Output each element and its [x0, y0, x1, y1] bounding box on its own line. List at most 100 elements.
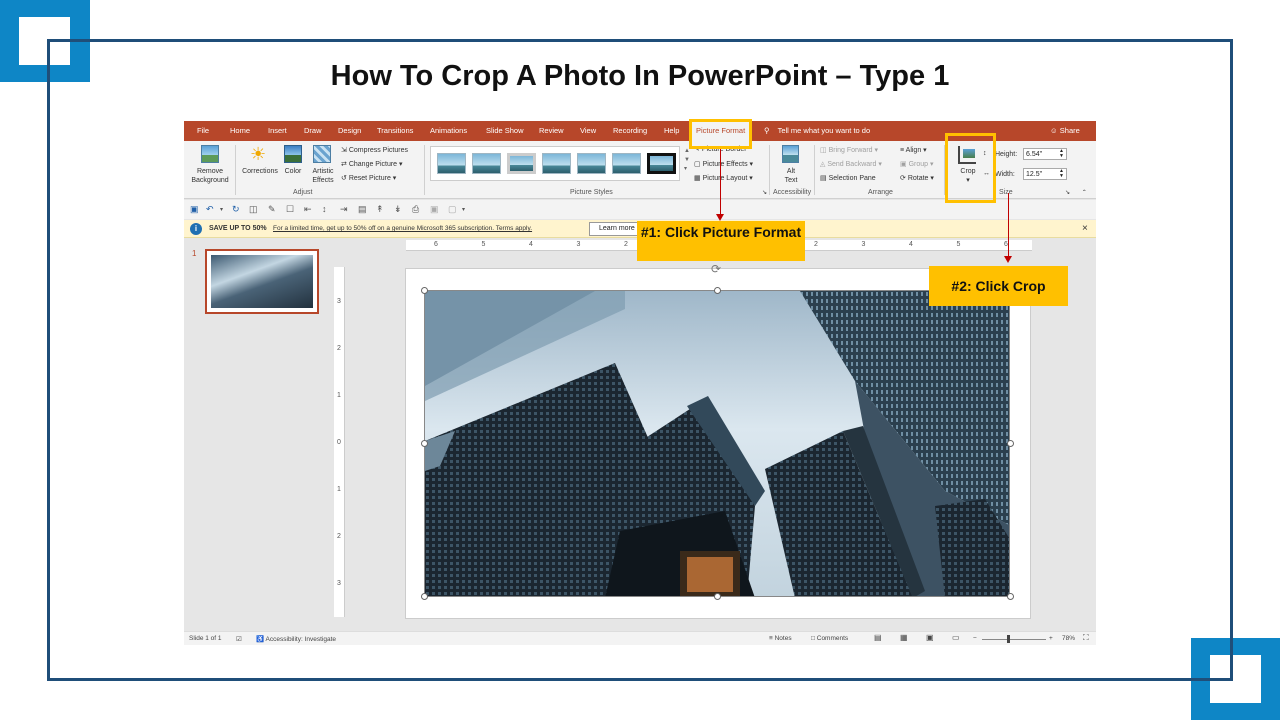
resize-handle-left[interactable] — [421, 440, 428, 447]
undo-dropdown-icon[interactable]: ▾ — [220, 206, 223, 213]
start-from-beginning-icon[interactable]: ◫ — [249, 204, 258, 215]
group-label-size: Size — [999, 189, 1013, 196]
rotate-handle-icon[interactable]: ⟳ — [711, 262, 721, 276]
notes-button[interactable]: ≡ Notes — [769, 635, 792, 642]
fit-to-window-icon[interactable]: ⛶ — [1083, 633, 1089, 643]
rotate-icon: ⟳ — [900, 175, 906, 182]
align-top-icon[interactable]: ↟ — [376, 204, 384, 215]
resize-handle-right[interactable] — [1007, 440, 1014, 447]
compress-pictures-button[interactable]: ⇲ Compress Pictures — [341, 146, 408, 155]
group-objects-icon[interactable]: ▣ — [430, 204, 439, 215]
distribute-icon[interactable]: ▤ — [358, 204, 367, 215]
resize-handle-top[interactable] — [714, 287, 721, 294]
lock-icon[interactable]: ☐ — [286, 204, 294, 215]
align-button[interactable]: ≡ Align ▾ — [900, 146, 927, 155]
print-icon[interactable]: ⎙ — [412, 204, 419, 215]
reset-picture-button[interactable]: ↺ Reset Picture ▾ — [341, 174, 396, 183]
width-spinner-icon[interactable]: ▲ ▼ — [1059, 169, 1064, 179]
resize-handle-bottom[interactable] — [714, 593, 721, 600]
collapse-ribbon-icon[interactable]: ˆ — [1083, 189, 1086, 198]
picture-style-thumb[interactable] — [437, 153, 466, 174]
resize-handle-bottom-left[interactable] — [421, 593, 428, 600]
send-backward-button[interactable]: ◬ Send Backward ▾ — [820, 160, 882, 169]
artistic-effects-button[interactable]: Artistic Effects — [307, 167, 339, 185]
tab-review[interactable]: Review — [539, 121, 564, 141]
share-button[interactable]: ☺ Share — [1050, 121, 1080, 141]
color-icon — [284, 145, 302, 163]
group-label-arrange: Arrange — [868, 189, 893, 196]
picture-styles-gallery[interactable] — [430, 146, 680, 181]
dialog-launcher-icon[interactable]: ↘ — [762, 189, 767, 198]
alt-text-button[interactable]: Alt Text — [778, 167, 804, 185]
slide-sorter-icon[interactable]: ▦ — [900, 633, 908, 642]
zoom-slider[interactable] — [982, 639, 1046, 640]
color-button[interactable]: Color — [281, 167, 305, 176]
width-field[interactable]: 12.5" ▲ ▼ — [1023, 168, 1067, 180]
tab-view[interactable]: View — [580, 121, 596, 141]
rotate-button[interactable]: ⟳ Rotate ▾ — [900, 174, 934, 183]
align-left-icon[interactable]: ⇤ — [304, 204, 312, 215]
picture-effects-button[interactable]: ▢ Picture Effects ▾ — [694, 160, 753, 169]
arrow-line-step2 — [1008, 193, 1009, 256]
ungroup-objects-icon[interactable]: ▢ — [448, 204, 457, 215]
zoom-out-button[interactable]: − — [973, 635, 977, 642]
group-button[interactable]: ▣ Group ▾ — [900, 160, 934, 169]
spellcheck-icon[interactable]: ☑ — [236, 635, 242, 643]
height-spinner-icon[interactable]: ▲ ▼ — [1059, 149, 1064, 159]
undo-icon[interactable]: ↶ — [206, 204, 214, 215]
selection-pane-button[interactable]: ▤ Selection Pane — [820, 174, 876, 183]
tab-draw[interactable]: Draw — [304, 121, 322, 141]
save-icon[interactable]: ▣ — [190, 204, 199, 215]
size-dialog-launcher-icon[interactable]: ↘ — [1065, 189, 1070, 198]
redo-icon[interactable]: ↻ — [232, 204, 240, 215]
tab-slide-show[interactable]: Slide Show — [486, 121, 524, 141]
zoom-in-button[interactable]: + — [1049, 635, 1053, 642]
picture-layout-button[interactable]: ▦ Picture Layout ▾ — [694, 174, 753, 183]
tab-design[interactable]: Design — [338, 121, 361, 141]
picture-style-thumb[interactable] — [472, 153, 501, 174]
picture-style-thumb[interactable] — [647, 153, 676, 174]
tab-help[interactable]: Help — [664, 121, 679, 141]
picture-style-thumb[interactable] — [542, 153, 571, 174]
picture-style-thumb[interactable] — [507, 153, 536, 174]
close-icon[interactable]: × — [1082, 223, 1088, 234]
tab-transitions[interactable]: Transitions — [377, 121, 413, 141]
tab-animations[interactable]: Animations — [430, 121, 467, 141]
height-field[interactable]: 6.54" ▲ ▼ — [1023, 148, 1067, 160]
message-link[interactable]: For a limited time, get up to 50% off on… — [273, 225, 532, 232]
tab-home[interactable]: Home — [230, 121, 250, 141]
normal-view-icon[interactable]: ▤ — [874, 633, 882, 642]
arrow-head-step1 — [716, 214, 724, 221]
align-bottom-icon[interactable]: ↡ — [394, 204, 402, 215]
slide-count[interactable]: Slide 1 of 1 — [189, 635, 222, 642]
slide-thumbnail[interactable] — [205, 249, 319, 314]
corrections-button[interactable]: Corrections — [239, 167, 281, 176]
tab-file[interactable]: File — [187, 121, 219, 141]
reading-view-icon[interactable]: ▣ — [926, 633, 934, 642]
change-picture-button[interactable]: ⇄ Change Picture ▾ — [341, 160, 403, 169]
gallery-scroll-icon[interactable]: ▲ ▼ ▾ — [684, 147, 690, 174]
resize-handle-bottom-right[interactable] — [1007, 593, 1014, 600]
remove-background-button[interactable]: Remove Background — [190, 167, 230, 185]
tell-me-search[interactable]: ⚲ Tell me what you want to do — [764, 121, 870, 141]
bring-forward-button[interactable]: ◫ Bring Forward ▾ — [820, 146, 878, 155]
align-center-icon[interactable]: ↕ — [322, 204, 327, 214]
slide-show-icon[interactable]: ▭ — [952, 633, 960, 642]
format-painter-icon[interactable]: ✎ — [268, 204, 276, 215]
comments-button[interactable]: □ Comments — [811, 635, 848, 642]
zoom-level[interactable]: 78% — [1062, 635, 1075, 642]
accessibility-status[interactable]: ♿ Accessibility: Investigate — [256, 635, 336, 643]
customize-toolbar-icon[interactable]: ▾ — [462, 206, 465, 213]
picture-style-thumb[interactable] — [612, 153, 641, 174]
zoom-slider-thumb[interactable] — [1007, 635, 1010, 643]
ruler-tick-label: 2 — [624, 241, 628, 248]
align-right-icon[interactable]: ⇥ — [340, 204, 348, 215]
resize-handle-top-left[interactable] — [421, 287, 428, 294]
tab-insert[interactable]: Insert — [268, 121, 287, 141]
ruler-tick-label: 6 — [434, 241, 438, 248]
ribbon-separator — [235, 145, 236, 195]
picture-style-thumb[interactable] — [577, 153, 606, 174]
bring-forward-label: Bring Forward — [828, 147, 873, 154]
tab-recording[interactable]: Recording — [613, 121, 647, 141]
selected-picture[interactable] — [424, 290, 1010, 597]
